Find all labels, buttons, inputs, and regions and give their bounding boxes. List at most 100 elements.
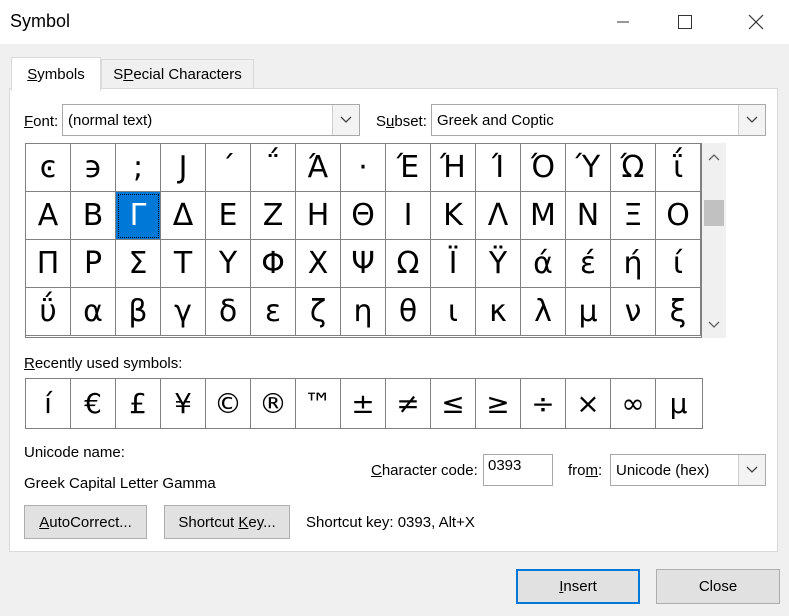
- symbol-cell[interactable]: Κ: [431, 192, 476, 240]
- symbol-cell[interactable]: Ά: [296, 144, 341, 192]
- symbol-cell[interactable]: Σ: [116, 240, 161, 288]
- symbol-grid[interactable]: ͼ ϶; J ΄ ΅ Ά · Έ Ή Ί Ό Ύ Ώΐ Α Β Γ Δ Ε Ζ Η Θ Ι Κ Λ Μ Ν Ξ Ο Π Ρ Σ Τ Υ Φ Χ Ψ Ω Ϊ…: [25, 143, 702, 338]
- recent-symbol-cell[interactable]: í: [26, 379, 71, 428]
- symbol-cell[interactable]: Θ: [341, 192, 386, 240]
- symbol-cell[interactable]: Ϊ: [431, 240, 476, 288]
- subset-dropdown-button[interactable]: [738, 105, 765, 135]
- symbol-cell[interactable]: Ω: [386, 240, 431, 288]
- symbol-cell[interactable]: δ: [206, 288, 251, 336]
- symbol-cell[interactable]: ΰ: [26, 288, 71, 336]
- symbol-cell[interactable]: Η: [296, 192, 341, 240]
- close-button[interactable]: Close: [656, 569, 780, 604]
- subset-select[interactable]: Greek and Coptic: [431, 104, 766, 136]
- recent-symbol-cell[interactable]: ×: [566, 379, 611, 428]
- recent-symbol-cell[interactable]: ¥: [161, 379, 206, 428]
- symbol-cell[interactable]: Έ: [386, 144, 431, 192]
- symbol-cell[interactable]: γ: [161, 288, 206, 336]
- maximize-icon: [678, 15, 692, 29]
- symbol-cell[interactable]: Π: [26, 240, 71, 288]
- font-dropdown-button[interactable]: [332, 105, 359, 135]
- symbol-cell[interactable]: ε: [251, 288, 296, 336]
- from-dropdown-button[interactable]: [738, 455, 765, 485]
- insert-button[interactable]: Insert: [516, 569, 640, 604]
- symbol-cell[interactable]: ζ: [296, 288, 341, 336]
- recent-symbol-cell[interactable]: ≠: [386, 379, 431, 428]
- symbol-cell[interactable]: η: [341, 288, 386, 336]
- symbol-cell[interactable]: ͼ: [26, 144, 71, 192]
- symbol-cell[interactable]: Ξ: [611, 192, 656, 240]
- scroll-up-button[interactable]: [702, 147, 726, 167]
- recent-symbol-cell[interactable]: μ: [656, 379, 701, 428]
- symbol-cell[interactable]: ΄: [206, 144, 251, 192]
- symbol-cell[interactable]: Ρ: [71, 240, 116, 288]
- symbol-cell[interactable]: μ: [566, 288, 611, 336]
- shortcut-key-button[interactable]: Shortcut Key...: [164, 505, 290, 539]
- symbol-cell[interactable]: ι: [431, 288, 476, 336]
- recent-symbol-cell[interactable]: ÷: [521, 379, 566, 428]
- symbol-cell[interactable]: Υ: [206, 240, 251, 288]
- symbol-cell[interactable]: Ό: [521, 144, 566, 192]
- scroll-down-button[interactable]: [702, 315, 726, 335]
- symbol-cell[interactable]: Χ: [296, 240, 341, 288]
- symbol-cell[interactable]: ή: [611, 240, 656, 288]
- close-window-button[interactable]: [733, 0, 779, 44]
- symbol-cell[interactable]: Γ: [116, 192, 161, 240]
- symbol-cell[interactable]: Ο: [656, 192, 701, 240]
- recent-symbol-cell[interactable]: ±: [341, 379, 386, 428]
- symbol-cell[interactable]: έ: [566, 240, 611, 288]
- symbol-cell[interactable]: ΅: [251, 144, 296, 192]
- symbol-cell[interactable]: ί: [656, 240, 701, 288]
- autocorrect-button[interactable]: AutoCorrect...: [24, 505, 147, 539]
- symbol-cell[interactable]: Ή: [431, 144, 476, 192]
- symbol-cell[interactable]: Ζ: [251, 192, 296, 240]
- symbol-cell[interactable]: Τ: [161, 240, 206, 288]
- character-code-input[interactable]: 0393: [483, 454, 553, 486]
- symbol-cell[interactable]: ά: [521, 240, 566, 288]
- minimize-button[interactable]: [600, 0, 646, 44]
- scroll-thumb[interactable]: [704, 200, 724, 226]
- symbol-cell[interactable]: Ώ: [611, 144, 656, 192]
- tab-symbols[interactable]: Symbols: [11, 57, 101, 91]
- symbol-cell[interactable]: Ε: [206, 192, 251, 240]
- maximize-button[interactable]: [662, 0, 708, 44]
- recent-symbols[interactable]: í € £ ¥ © ® ™ ± ≠ ≤ ≥ ÷ × ∞ μ: [25, 378, 703, 429]
- symbol-cell[interactable]: Φ: [251, 240, 296, 288]
- symbol-cell[interactable]: Ν: [566, 192, 611, 240]
- symbol-cell[interactable]: Β: [71, 192, 116, 240]
- font-select[interactable]: (normal text): [62, 104, 360, 136]
- symbol-cell[interactable]: Ι: [386, 192, 431, 240]
- symbol-cell[interactable]: Ϋ: [476, 240, 521, 288]
- symbol-cell[interactable]: Α: [26, 192, 71, 240]
- from-select[interactable]: Unicode (hex): [610, 454, 766, 486]
- recent-symbol-cell[interactable]: £: [116, 379, 161, 428]
- symbol-cell[interactable]: ;: [116, 144, 161, 192]
- symbol-cell[interactable]: ϶: [71, 144, 116, 192]
- recent-symbol-cell[interactable]: ™: [296, 379, 341, 428]
- recent-symbol-cell[interactable]: ©: [206, 379, 251, 428]
- symbol-cell[interactable]: Ύ: [566, 144, 611, 192]
- symbol-cell[interactable]: ΐ: [656, 144, 701, 192]
- symbol-cell[interactable]: Λ: [476, 192, 521, 240]
- recent-symbol-cell[interactable]: ≥: [476, 379, 521, 428]
- recent-symbol-cell[interactable]: ∞: [611, 379, 656, 428]
- symbol-cell[interactable]: Ί: [476, 144, 521, 192]
- symbol-cell[interactable]: Δ: [161, 192, 206, 240]
- symbol-grid-scrollbar[interactable]: [702, 143, 726, 338]
- recent-symbol-cell[interactable]: €: [71, 379, 116, 428]
- symbol-cell[interactable]: ·: [341, 144, 386, 192]
- symbol-cell[interactable]: Ψ: [341, 240, 386, 288]
- chevron-down-icon: [746, 466, 758, 473]
- symbol-cell[interactable]: ξ: [656, 288, 701, 336]
- symbol-cell[interactable]: ν: [611, 288, 656, 336]
- recent-symbol-cell[interactable]: ≤: [431, 379, 476, 428]
- symbol-cell[interactable]: α: [71, 288, 116, 336]
- recent-label-mnemonic: R: [24, 355, 35, 372]
- symbol-cell[interactable]: θ: [386, 288, 431, 336]
- symbol-cell[interactable]: Μ: [521, 192, 566, 240]
- recent-symbol-cell[interactable]: ®: [251, 379, 296, 428]
- tab-special-characters[interactable]: S Pecial Characters: [101, 59, 254, 89]
- symbol-cell[interactable]: κ: [476, 288, 521, 336]
- symbol-cell[interactable]: λ: [521, 288, 566, 336]
- symbol-cell[interactable]: J: [161, 144, 206, 192]
- symbol-cell[interactable]: β: [116, 288, 161, 336]
